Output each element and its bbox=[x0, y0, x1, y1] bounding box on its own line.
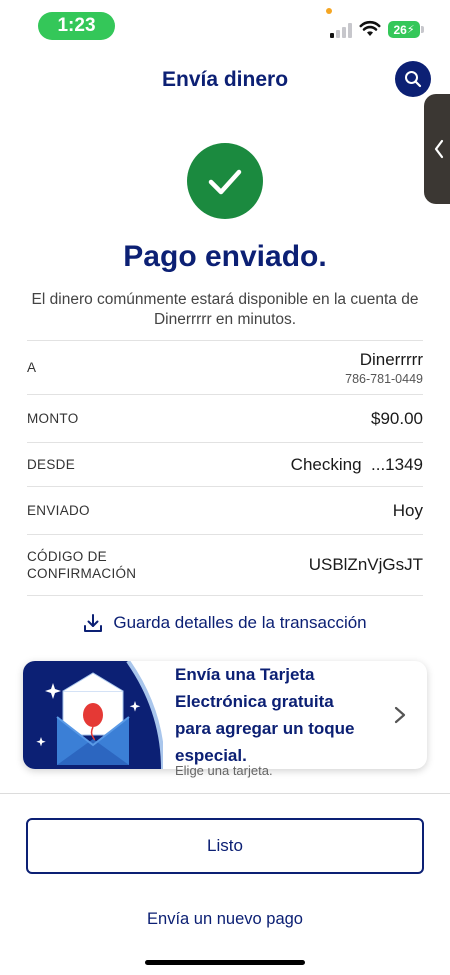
from-account-last4: ...1349 bbox=[371, 454, 423, 474]
download-icon bbox=[84, 614, 103, 632]
home-indicator bbox=[145, 960, 305, 965]
wifi-icon bbox=[359, 20, 381, 36]
confirmation-code: USBlZnVjGsJT bbox=[308, 555, 423, 574]
battery-charging-icon: 26 ⚡ bbox=[388, 21, 420, 38]
chevron-left-icon bbox=[434, 139, 444, 159]
sent-label: ENVIADO bbox=[27, 503, 90, 518]
status-bar: 1:23 26 ⚡ bbox=[0, 0, 450, 52]
confirmation-label-line1: CÓDIGO DE bbox=[27, 549, 107, 564]
sent-value: Hoy bbox=[392, 500, 423, 520]
amount-value: $90.00 bbox=[371, 408, 423, 428]
confirmation-label: CÓDIGO DE CONFIRMACIÓN bbox=[27, 548, 136, 582]
search-button[interactable] bbox=[395, 61, 431, 97]
search-icon bbox=[405, 71, 422, 88]
new-payment-link[interactable]: Envía un nuevo pago bbox=[0, 910, 450, 929]
cellular-signal-icon bbox=[330, 22, 352, 38]
success-title: Pago enviado. bbox=[123, 240, 327, 273]
detail-row-amount: MONTO $90.00 bbox=[27, 394, 423, 442]
recipient-name: Dinerrrrr bbox=[359, 349, 423, 369]
ecard-line-3: para agregar un toque bbox=[175, 719, 355, 738]
save-transaction-details-link[interactable]: Guarda detalles de la transacción bbox=[0, 613, 450, 633]
page-title: Envía dinero bbox=[161, 68, 289, 91]
recipient-phone: 786-781-0449 bbox=[345, 371, 423, 386]
chevron-right-icon bbox=[394, 706, 406, 724]
privacy-indicator-dot bbox=[326, 8, 332, 14]
side-panel-tab[interactable] bbox=[424, 94, 450, 204]
status-time: 1:23 bbox=[38, 12, 115, 40]
done-button[interactable]: Listo bbox=[26, 818, 424, 874]
battery-level: 26 bbox=[393, 22, 407, 37]
amount-label: MONTO bbox=[27, 411, 79, 426]
ecard-promo-text: Envía una Tarjeta Electrónica gratuita p… bbox=[175, 661, 395, 769]
detail-row-to: A Dinerrrrr 786-781-0449 bbox=[27, 340, 423, 394]
from-account: Checking ...1349 bbox=[291, 455, 423, 475]
ecard-line-1: Envía una Tarjeta bbox=[175, 665, 315, 684]
confirmation-label-line2: CONFIRMACIÓN bbox=[27, 566, 137, 581]
detail-row-confirmation: CÓDIGO DE CONFIRMACIÓN USBlZnVjGsJT bbox=[27, 534, 423, 596]
section-divider bbox=[0, 793, 450, 794]
check-icon bbox=[208, 169, 242, 195]
detail-row-sent: ENVIADO Hoy bbox=[27, 486, 423, 534]
to-label: A bbox=[27, 360, 37, 375]
save-details-label: Guarda detalles de la transacción bbox=[113, 613, 367, 632]
success-message: El dinero comúnmente estará disponible e… bbox=[31, 291, 419, 328]
envelope-balloon-icon bbox=[23, 661, 163, 769]
success-check-icon bbox=[187, 143, 263, 219]
detail-row-from: DESDE Checking ...1349 bbox=[27, 442, 423, 486]
ecard-line-2: Electrónica gratuita bbox=[175, 692, 334, 711]
from-label: DESDE bbox=[27, 457, 76, 472]
battery-tip bbox=[421, 26, 424, 33]
transaction-details: A Dinerrrrr 786-781-0449 MONTO $90.00 DE… bbox=[27, 340, 423, 596]
ecard-subtitle: Elige una tarjeta. bbox=[175, 763, 273, 778]
ecard-promo-card[interactable]: Envía una Tarjeta Electrónica gratuita p… bbox=[23, 661, 427, 769]
from-account-name: Checking bbox=[290, 454, 362, 474]
